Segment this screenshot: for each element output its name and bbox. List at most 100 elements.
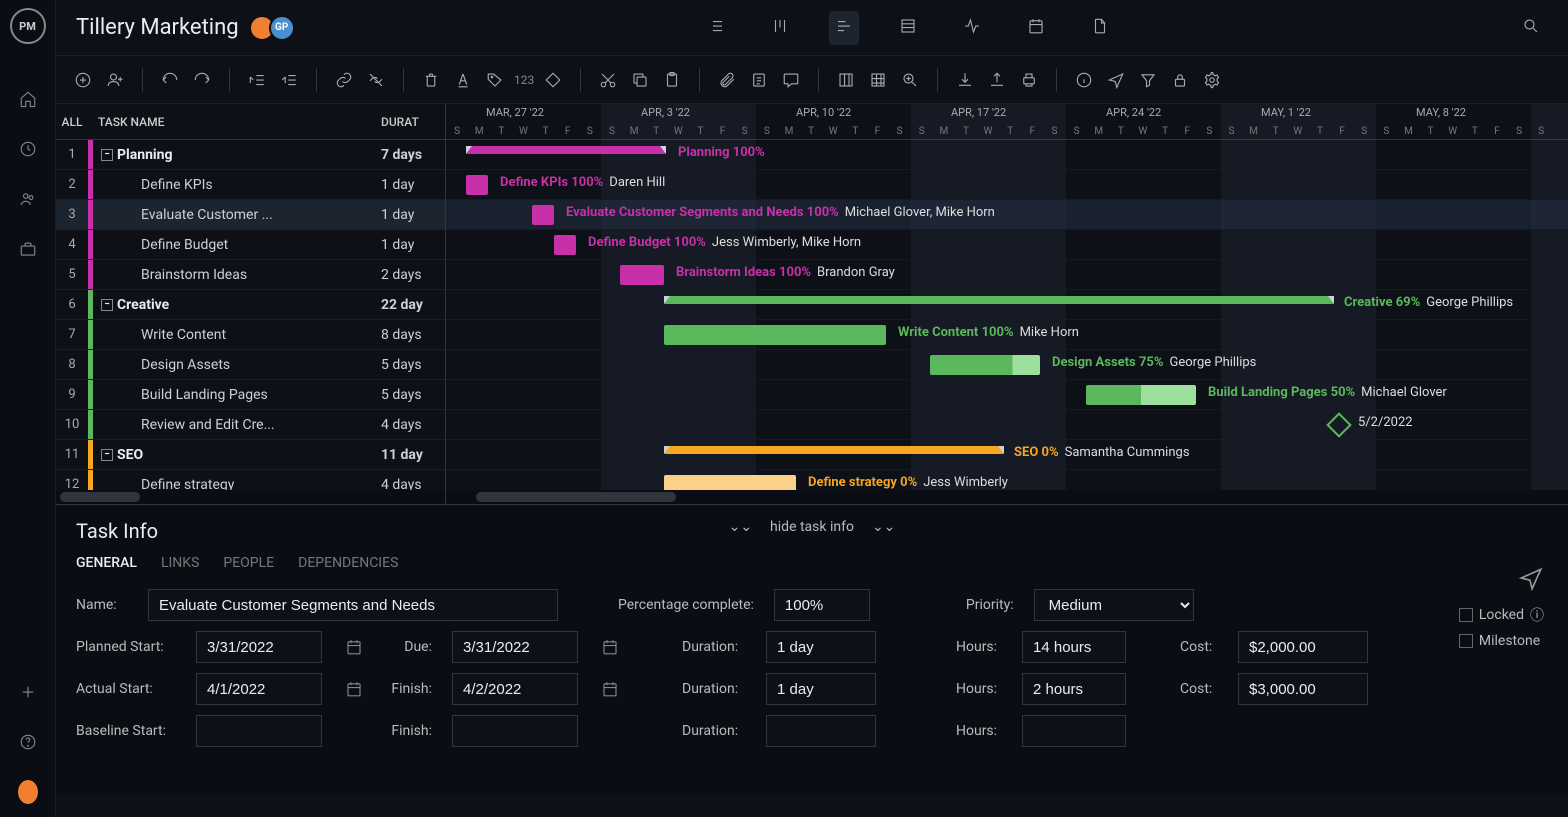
- hours-input[interactable]: [1022, 631, 1126, 663]
- task-row[interactable]: 2 Define KPIs 1 day: [56, 170, 445, 200]
- info-icon[interactable]: [1071, 67, 1097, 93]
- app-logo[interactable]: PM: [10, 8, 46, 44]
- cut-icon[interactable]: [595, 67, 621, 93]
- unlink-icon[interactable]: [363, 67, 389, 93]
- task-row[interactable]: 5 Brainstorm Ideas 2 days: [56, 260, 445, 290]
- team-icon[interactable]: [18, 189, 38, 209]
- task-row[interactable]: 9 Build Landing Pages 5 days: [56, 380, 445, 410]
- gantt-bar[interactable]: [664, 446, 1004, 454]
- project-members[interactable]: GP: [255, 15, 295, 41]
- col-task-name[interactable]: TASK NAME: [88, 115, 381, 129]
- duration-input[interactable]: [766, 631, 876, 663]
- task-row[interactable]: 4 Define Budget 1 day: [56, 230, 445, 260]
- info-icon[interactable]: ⓘ: [1530, 605, 1544, 625]
- import-icon[interactable]: [952, 67, 978, 93]
- sheet-view-icon[interactable]: [893, 11, 923, 45]
- grid-scrollbar[interactable]: [56, 490, 445, 504]
- hours-input[interactable]: [1022, 715, 1126, 747]
- duration-input[interactable]: [766, 673, 876, 705]
- col-all[interactable]: ALL: [56, 115, 88, 129]
- date-input[interactable]: [452, 631, 578, 663]
- gantt-bar[interactable]: [664, 325, 886, 345]
- cost-input[interactable]: [1238, 673, 1368, 705]
- calendar-view-icon[interactable]: [1021, 11, 1051, 45]
- gantt-bar[interactable]: [620, 265, 664, 285]
- lock-icon[interactable]: [1167, 67, 1193, 93]
- date-input[interactable]: [196, 715, 322, 747]
- tab-general[interactable]: GENERAL: [76, 555, 137, 571]
- gantt-bar[interactable]: [1086, 385, 1196, 405]
- paste-icon[interactable]: [659, 67, 685, 93]
- duration-input[interactable]: [766, 715, 876, 747]
- add-user-icon[interactable]: [102, 67, 128, 93]
- calendar-icon[interactable]: [598, 677, 622, 701]
- calendar-icon[interactable]: [342, 677, 366, 701]
- task-row[interactable]: 3 Evaluate Customer ... 1 day: [56, 200, 445, 230]
- task-row[interactable]: 6 − Creative 22 day: [56, 290, 445, 320]
- gantt-bar[interactable]: [554, 235, 576, 255]
- trash-icon[interactable]: [418, 67, 444, 93]
- hide-task-info-button[interactable]: ⌄⌄ hide task info ⌄⌄: [729, 519, 896, 535]
- outdent-icon[interactable]: [244, 67, 270, 93]
- gantt-view-icon[interactable]: [829, 11, 859, 45]
- list-view-icon[interactable]: [701, 11, 731, 45]
- pct-input[interactable]: [774, 589, 870, 621]
- attach-icon[interactable]: [714, 67, 740, 93]
- indent-icon[interactable]: [276, 67, 302, 93]
- task-row[interactable]: 12 Define strategy 4 days: [56, 470, 445, 490]
- collapse-icon[interactable]: −: [101, 149, 113, 161]
- calendar-icon[interactable]: [342, 635, 366, 659]
- plus-icon[interactable]: [18, 682, 38, 702]
- gantt-bar[interactable]: [930, 355, 1040, 375]
- milestone-checkbox[interactable]: Milestone: [1459, 633, 1544, 649]
- calendar-icon[interactable]: [598, 635, 622, 659]
- add-task-icon[interactable]: [70, 67, 96, 93]
- file-view-icon[interactable]: [1085, 11, 1115, 45]
- timeline-scrollbar[interactable]: [446, 490, 1568, 504]
- task-name-input[interactable]: [148, 589, 558, 621]
- zoom-icon[interactable]: [897, 67, 923, 93]
- task-row[interactable]: 10 Review and Edit Cre... 4 days: [56, 410, 445, 440]
- milestone-icon[interactable]: [540, 67, 566, 93]
- tab-dependencies[interactable]: DEPENDENCIES: [298, 555, 398, 571]
- clock-icon[interactable]: [18, 139, 38, 159]
- locked-checkbox[interactable]: Locked ⓘ: [1459, 605, 1544, 625]
- copy-icon[interactable]: [627, 67, 653, 93]
- text-style-icon[interactable]: [450, 67, 476, 93]
- send-task-icon[interactable]: [1518, 565, 1544, 595]
- comment-icon[interactable]: [778, 67, 804, 93]
- gantt-bar[interactable]: [466, 146, 666, 154]
- board-view-icon[interactable]: [765, 11, 795, 45]
- link-icon[interactable]: [331, 67, 357, 93]
- collapse-icon[interactable]: −: [101, 449, 113, 461]
- date-input[interactable]: [452, 715, 578, 747]
- briefcase-icon[interactable]: [18, 239, 38, 259]
- date-input[interactable]: [196, 631, 322, 663]
- export-icon[interactable]: [984, 67, 1010, 93]
- task-row[interactable]: 7 Write Content 8 days: [56, 320, 445, 350]
- redo-icon[interactable]: [189, 67, 215, 93]
- date-input[interactable]: [452, 673, 578, 705]
- activity-view-icon[interactable]: [957, 11, 987, 45]
- settings-icon[interactable]: [1199, 67, 1225, 93]
- priority-select[interactable]: Medium: [1034, 589, 1194, 621]
- note-icon[interactable]: [746, 67, 772, 93]
- gantt-bar[interactable]: [532, 205, 554, 225]
- avatar[interactable]: GP: [269, 15, 295, 41]
- help-icon[interactable]: [18, 732, 38, 752]
- collapse-icon[interactable]: −: [101, 299, 113, 311]
- tab-people[interactable]: PEOPLE: [223, 555, 274, 571]
- grid-icon[interactable]: [865, 67, 891, 93]
- user-avatar-icon[interactable]: [18, 782, 38, 802]
- timeline[interactable]: MAR, 27 '22APR, 3 '22APR, 10 '22APR, 17 …: [446, 104, 1568, 504]
- tab-links[interactable]: LINKS: [161, 555, 199, 571]
- gantt-bar[interactable]: [466, 175, 488, 195]
- task-row[interactable]: 1 − Planning 7 days: [56, 140, 445, 170]
- task-row[interactable]: 11 − SEO 11 day: [56, 440, 445, 470]
- col-duration[interactable]: DURAT: [381, 115, 445, 129]
- tag-icon[interactable]: [482, 67, 508, 93]
- undo-icon[interactable]: [157, 67, 183, 93]
- cost-input[interactable]: [1238, 631, 1368, 663]
- hours-input[interactable]: [1022, 673, 1126, 705]
- gantt-bar[interactable]: [664, 296, 1334, 304]
